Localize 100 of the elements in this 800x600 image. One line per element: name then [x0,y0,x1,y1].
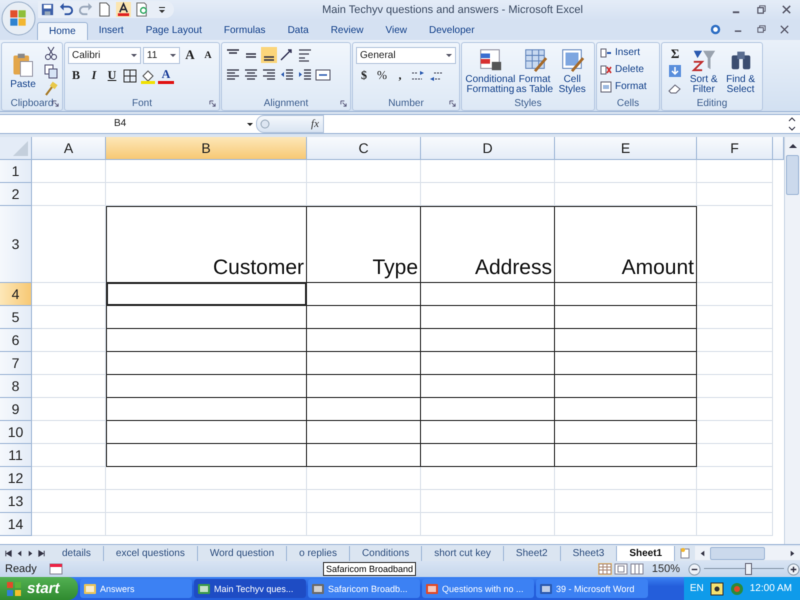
currency-button[interactable]: $ [356,68,372,84]
table-cell[interactable] [106,398,307,421]
scroll-right-icon[interactable] [788,548,797,558]
grid-cell[interactable] [697,282,773,306]
column-header[interactable]: F [697,136,773,160]
expand-icon[interactable] [787,116,797,131]
grid-cell[interactable] [32,444,106,467]
table-cell[interactable] [106,444,307,467]
zoom-out-icon[interactable] [688,562,701,576]
table-cell[interactable] [106,420,307,444]
table-cell[interactable] [106,328,307,352]
fill-down-icon[interactable] [667,62,684,79]
grid-cell[interactable] [32,206,106,283]
row-header[interactable]: 9 [0,398,32,421]
zoom-slider[interactable] [745,563,752,576]
taskbar-button[interactable]: Answers [80,579,192,598]
table-cell[interactable] [307,306,421,329]
taskbar-button[interactable]: Main Techyv ques... [194,579,306,598]
grid-cell[interactable] [32,374,106,398]
grid-cell[interactable] [697,398,773,421]
row-header[interactable]: 2 [0,182,32,206]
normal-view-icon[interactable] [598,563,612,576]
table-cell[interactable] [307,282,421,306]
table-cell[interactable] [555,328,697,352]
table-cell[interactable] [555,282,697,306]
table-cell[interactable] [421,398,555,421]
format-as-table-button[interactable]: Format as Table [516,46,554,95]
format-button[interactable]: Format [600,78,656,95]
ribbon-tab[interactable]: Insert [88,22,135,40]
row-header[interactable]: 3 [0,206,32,283]
row-header[interactable]: 8 [0,374,32,398]
scroll-thumb[interactable] [786,154,799,195]
comma-button[interactable]: , [392,68,408,84]
taskbar-button[interactable]: 39 - Microsoft Word [536,579,648,598]
horizontal-scrollbar[interactable] [695,546,800,560]
customize-toolbar-icon[interactable] [158,4,166,15]
grid-cell[interactable] [421,490,555,513]
row-header[interactable]: 10 [0,420,32,444]
macro-record-icon[interactable] [48,563,63,576]
grid-cell[interactable] [697,466,773,490]
copy-icon[interactable] [43,62,59,79]
grid-cell[interactable] [307,466,421,490]
grid-cell[interactable] [421,182,555,206]
underline-button[interactable]: U [104,68,120,84]
table-cell[interactable] [421,328,555,352]
bold-button[interactable]: B [68,68,84,84]
find-select-button[interactable]: Find & Select [722,46,759,95]
grid-cell[interactable] [555,466,697,490]
grid-cell[interactable] [697,328,773,352]
row-header[interactable]: 14 [0,512,32,536]
ribbon-tab[interactable]: Review [320,22,374,40]
grid-cell[interactable] [32,328,106,352]
column-header[interactable]: E [555,136,697,160]
table-cell[interactable] [307,398,421,421]
italic-button[interactable]: I [86,68,102,84]
table-cell[interactable]: Address [421,206,555,283]
table-cell[interactable] [307,420,421,444]
grid-cell[interactable] [106,182,307,206]
vertical-scrollbar[interactable] [784,136,800,544]
row-header[interactable]: 7 [0,352,32,375]
wrap-text-icon[interactable] [297,46,313,63]
previous-sheet-icon[interactable] [15,548,24,558]
close-icon[interactable] [781,4,792,16]
grid-cell[interactable] [32,512,106,536]
next-sheet-icon[interactable] [26,548,35,558]
align-bottom-icon[interactable] [261,46,277,63]
table-cell[interactable] [421,282,555,306]
grid-cell[interactable] [307,512,421,536]
table-cell[interactable] [555,420,697,444]
grid-cell[interactable] [697,374,773,398]
ribbon-tab[interactable]: View [374,22,418,40]
format-painter-icon[interactable] [43,80,59,97]
table-cell[interactable] [421,420,555,444]
grid-cell[interactable] [307,490,421,513]
grid-cell[interactable] [32,352,106,375]
scroll-thumb[interactable] [710,546,765,560]
sheet-tab[interactable]: Sheet1 [617,546,676,561]
conditional-formatting-button[interactable]: Conditional Formatting [465,46,516,95]
number-format-dropdown[interactable]: General [356,46,456,64]
grid-cell[interactable] [697,160,773,183]
table-cell[interactable]: Customer [106,206,307,283]
table-cell[interactable] [421,306,555,329]
sort-filter-button[interactable]: Sort & Filter [685,46,722,95]
row-header[interactable]: 1 [0,160,32,183]
table-cell[interactable] [307,444,421,467]
fill-color-icon[interactable] [140,68,156,84]
grid-cell[interactable] [555,512,697,536]
ribbon-tab[interactable]: Data [276,22,320,40]
close-icon[interactable] [779,24,790,36]
row-header[interactable]: 5 [0,306,32,329]
grid-cell[interactable] [106,512,307,536]
table-cell[interactable] [555,374,697,398]
restore-icon[interactable] [756,4,767,16]
grid-cell[interactable] [32,160,106,183]
autosum-button[interactable]: Σ [667,46,684,62]
table-cell[interactable] [307,352,421,375]
insert-button[interactable]: Insert [600,44,656,61]
paste-button[interactable]: Paste [5,52,41,90]
font-size-dropdown[interactable]: 11 [142,46,180,64]
grid-cell[interactable] [421,160,555,183]
